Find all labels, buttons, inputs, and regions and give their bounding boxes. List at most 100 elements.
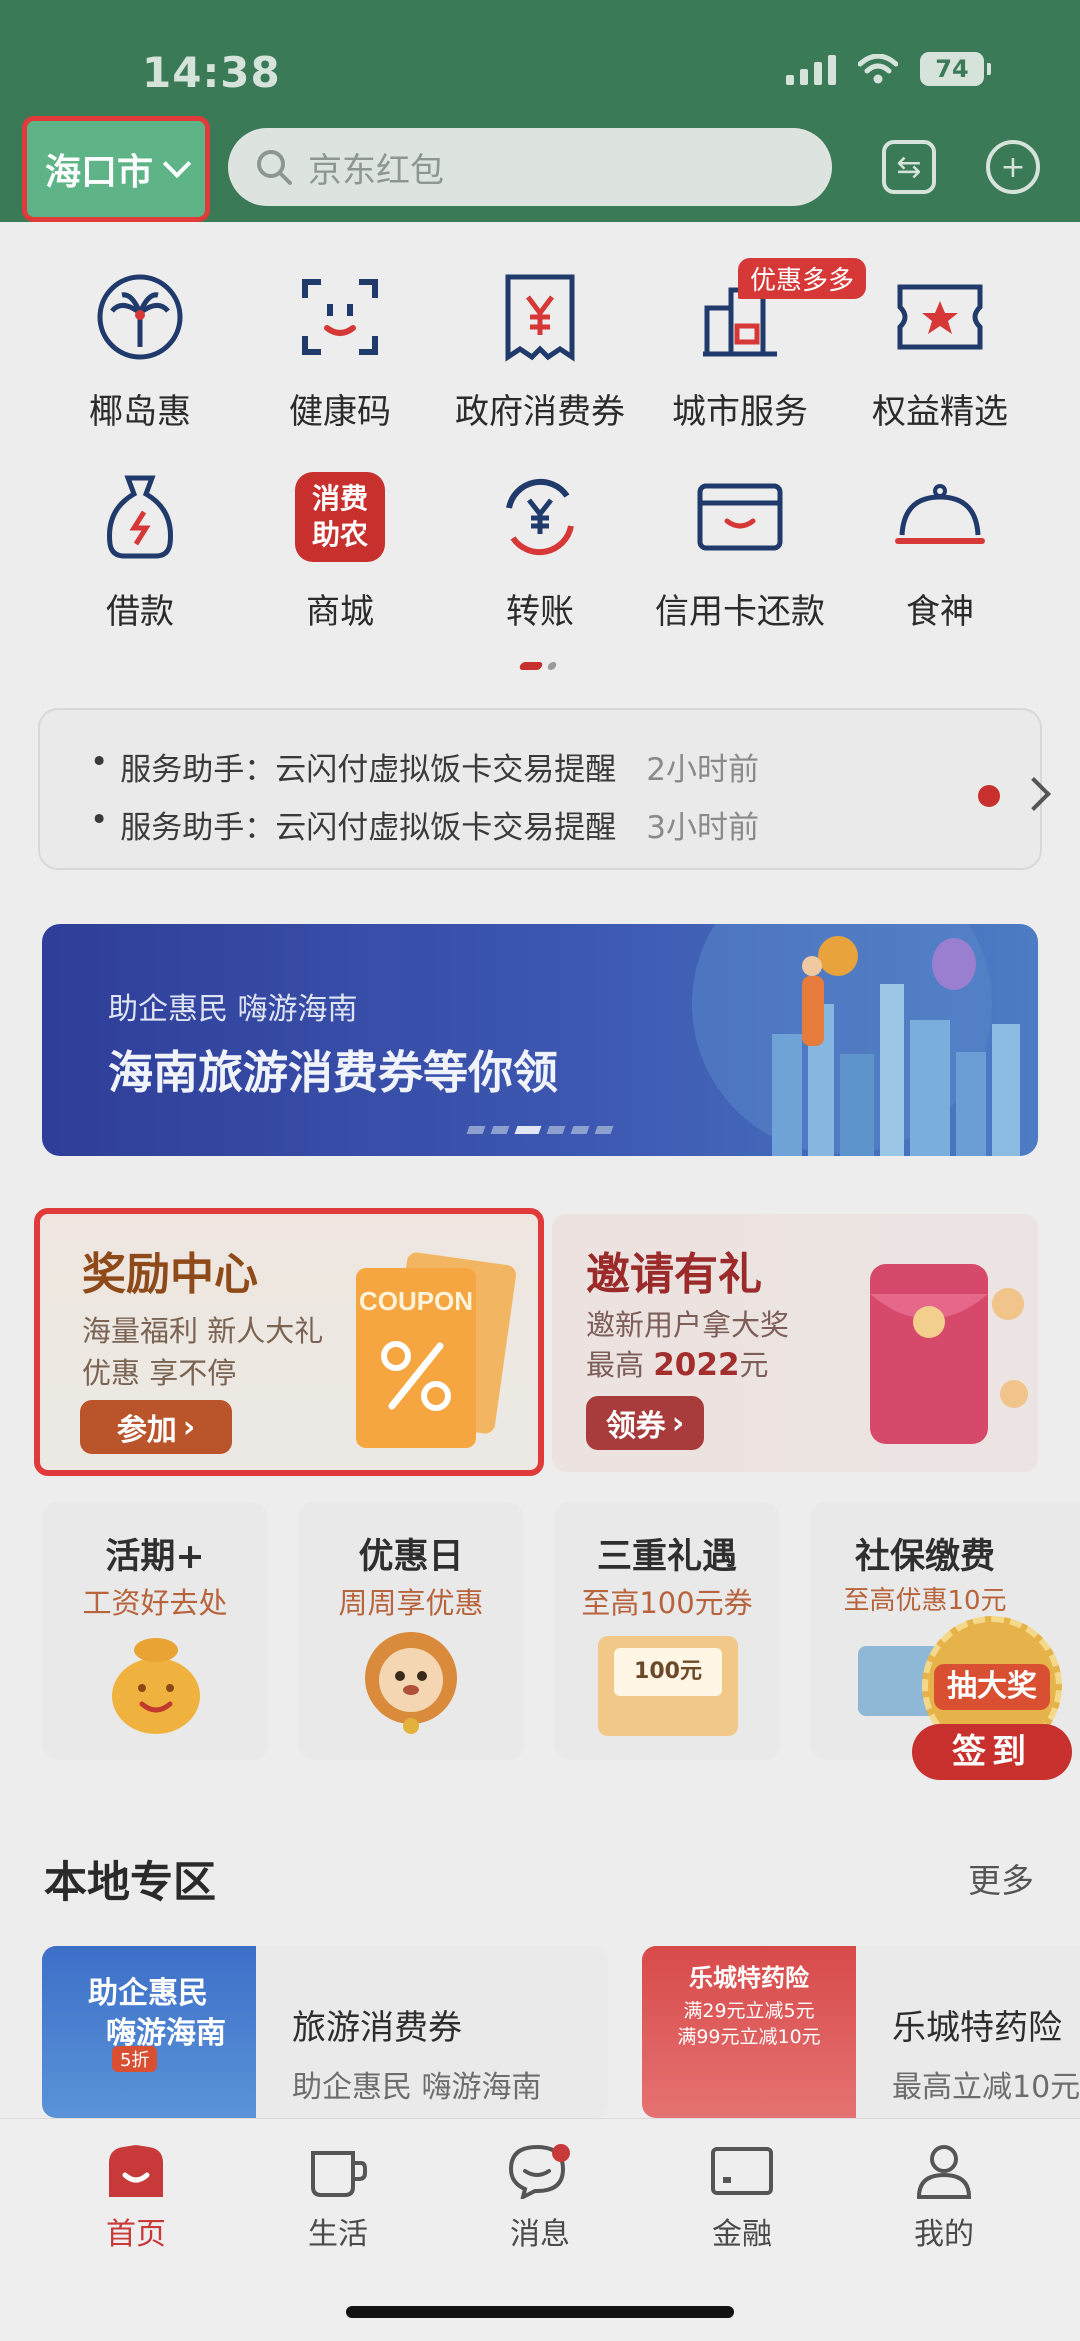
service-label: 食神: [906, 592, 974, 632]
money-bag-icon: [85, 462, 195, 572]
service-loan[interactable]: 借款: [40, 462, 240, 633]
invite-card[interactable]: 邀请有礼 邀新用户拿大奖 最高 2022元 领券 ›: [552, 1214, 1038, 1472]
tab-finance[interactable]: 金融: [672, 2143, 812, 2253]
service-gov-voucher[interactable]: 政府消费券: [440, 262, 640, 433]
service-city[interactable]: 优惠多多 城市服务: [640, 258, 867, 433]
tab-label: 金融: [712, 2217, 772, 2252]
search-bar[interactable]: 京东红包: [228, 128, 832, 206]
card-icon: [711, 2147, 773, 2195]
reward-desc-2: 优惠 享不停: [82, 1356, 237, 1390]
reward-center-card[interactable]: 奖励中心 海量福利 新人大礼 优惠 享不停 参加 › COUPON: [34, 1208, 544, 1476]
local-item-subtitle: 最高立减10元: [892, 2070, 1080, 2105]
collect-coupon-button[interactable]: 领券 ›: [586, 1396, 704, 1450]
notice-item[interactable]: • 服务助手：云闪付虚拟饭卡交易提醒 3小时前: [90, 802, 759, 847]
city-label: 海口市: [44, 152, 153, 193]
lottery-checkin-widget[interactable]: 抽大奖 签到: [912, 1616, 1072, 1780]
invite-title: 邀请有礼: [586, 1249, 762, 1300]
search-placeholder: 京东红包: [308, 150, 444, 191]
chevron-right-icon: ›: [671, 1405, 685, 1441]
badge-line-2: 助农: [311, 518, 368, 551]
service-label: 商城: [306, 592, 374, 632]
local-item-subtitle: 助企惠民 嗨游海南: [292, 2070, 542, 2105]
thumb-text: 乐城特药险: [689, 1964, 809, 1992]
reward-desc-1: 海量福利 新人大礼: [82, 1314, 324, 1348]
promo-title: 社保缴费: [854, 1537, 995, 1577]
insurance-thumb-image: 乐城特药险 满29元立减5元 满99元立减10元: [642, 1946, 856, 2118]
food-cloche-icon: [885, 462, 995, 572]
coupon-text: COUPON: [359, 1286, 473, 1316]
ticket-illustration: 100元: [598, 1636, 738, 1736]
promo-title: 三重礼遇: [596, 1537, 737, 1577]
notice-item[interactable]: • 服务助手：云闪付虚拟饭卡交易提醒 2小时前: [90, 744, 759, 789]
home-indicator[interactable]: [346, 2306, 734, 2318]
invite-amount: 2022: [653, 1347, 740, 1383]
service-label: 借款: [106, 592, 174, 632]
notice-time: 3小时前: [646, 810, 760, 846]
star-ticket-icon: [885, 262, 995, 372]
promo-subtitle: 至高优惠10元: [843, 1586, 1007, 1616]
tab-home[interactable]: 首页: [66, 2143, 206, 2253]
promo-card-discount-day[interactable]: 优惠日 周周享优惠: [298, 1502, 524, 1760]
unread-dot: [978, 785, 1000, 807]
notice-text: 服务助手：云闪付虚拟饭卡交易提醒: [120, 752, 617, 788]
checkin-button[interactable]: 签到: [912, 1724, 1072, 1780]
yuan-ticket-icon: [485, 262, 595, 372]
tab-messages[interactable]: 消息: [470, 2143, 610, 2253]
tab-me[interactable]: 我的: [874, 2143, 1014, 2253]
battery-indicator: 74: [920, 52, 991, 86]
user-icon: [916, 2145, 972, 2199]
service-label: 城市服务: [672, 392, 808, 432]
transfer-yuan-icon: [485, 462, 595, 572]
promo-title: 优惠日: [358, 1537, 464, 1577]
notice-bullet: •: [90, 744, 109, 780]
lottery-label: 抽大奖: [934, 1664, 1050, 1710]
chevron-right-icon[interactable]: [1017, 777, 1051, 811]
local-item-drug-insurance[interactable]: 乐城特药险 满29元立减5元 满99元立减10元 乐城特药险 最高立减10元: [642, 1946, 1080, 2118]
search-icon: [257, 150, 292, 185]
service-credit-card[interactable]: 信用卡还款: [640, 462, 840, 633]
city-selector[interactable]: 海口市: [22, 116, 210, 222]
promo-subtitle: 工资好去处: [82, 1586, 228, 1620]
service-benefits[interactable]: 权益精选: [840, 262, 1040, 433]
app-header: 14:38 74 海口市 京东红包 ⇆ +: [0, 0, 1080, 222]
local-section-more[interactable]: 更多: [968, 1854, 1034, 1902]
promo-subtitle: 至高100元券: [581, 1586, 753, 1620]
tab-label: 消息: [510, 2217, 570, 2252]
banner-title: 海南旅游消费券等你领: [108, 1046, 559, 1099]
red-envelope-illustration: [870, 1264, 1028, 1444]
thumb-text: 助企惠民: [88, 1976, 208, 2011]
promo-banner[interactable]: 助企惠民 嗨游海南 海南旅游消费券等你领: [42, 924, 1038, 1156]
scan-switch-icon[interactable]: ⇆: [882, 140, 936, 194]
palm-tree-icon: [85, 262, 195, 372]
promo-subtitle: 周周享优惠: [338, 1586, 484, 1620]
service-label: 政府消费券: [455, 392, 625, 432]
wifi-icon: [858, 54, 898, 84]
service-label: 椰岛惠: [89, 392, 191, 432]
notification-panel[interactable]: • 服务助手：云闪付虚拟饭卡交易提醒 2小时前 • 服务助手：云闪付虚拟饭卡交易…: [38, 708, 1051, 870]
plus-circle-icon[interactable]: +: [986, 140, 1040, 194]
service-transfer[interactable]: 转账: [440, 462, 640, 633]
join-button[interactable]: 参加 ›: [80, 1400, 232, 1454]
service-mall[interactable]: 消费 助农 商城: [240, 462, 440, 633]
service-label: 健康码: [289, 392, 391, 432]
service-health-code[interactable]: 健康码: [240, 262, 440, 433]
local-item-travel-voucher[interactable]: 助企惠民 嗨游海南 5折 旅游消费券 助企惠民 嗨游海南: [42, 1946, 608, 2118]
promo-card-current-deposit[interactable]: 活期+ 工资好去处: [42, 1502, 268, 1760]
health-code-icon: [285, 262, 395, 372]
grid-page-indicator: [518, 662, 558, 670]
service-yedaohui[interactable]: 椰岛惠: [40, 262, 240, 433]
promo-card-triple-gift[interactable]: 三重礼遇 至高100元券 100元: [554, 1502, 780, 1760]
banner-subtitle: 助企惠民 嗨游海南: [108, 992, 358, 1027]
service-food[interactable]: 食神: [840, 462, 1040, 633]
service-grid-row-1: 椰岛惠 健康码 政府消费券 优惠多多 城市服务 权益精选: [40, 258, 1040, 433]
lion-mascot-illustration: [365, 1632, 457, 1734]
tab-life[interactable]: 生活: [268, 2143, 408, 2253]
service-label: 权益精选: [872, 392, 1008, 432]
service-label: 信用卡还款: [655, 592, 825, 632]
home-icon: [109, 2145, 163, 2197]
credit-card-icon: [685, 462, 795, 572]
thumb-text: 满29元立减5元: [683, 2000, 815, 2022]
local-section-title: 本地专区: [44, 1858, 216, 1908]
notice-time: 2小时前: [646, 752, 760, 788]
tab-label: 首页: [106, 2217, 166, 2252]
